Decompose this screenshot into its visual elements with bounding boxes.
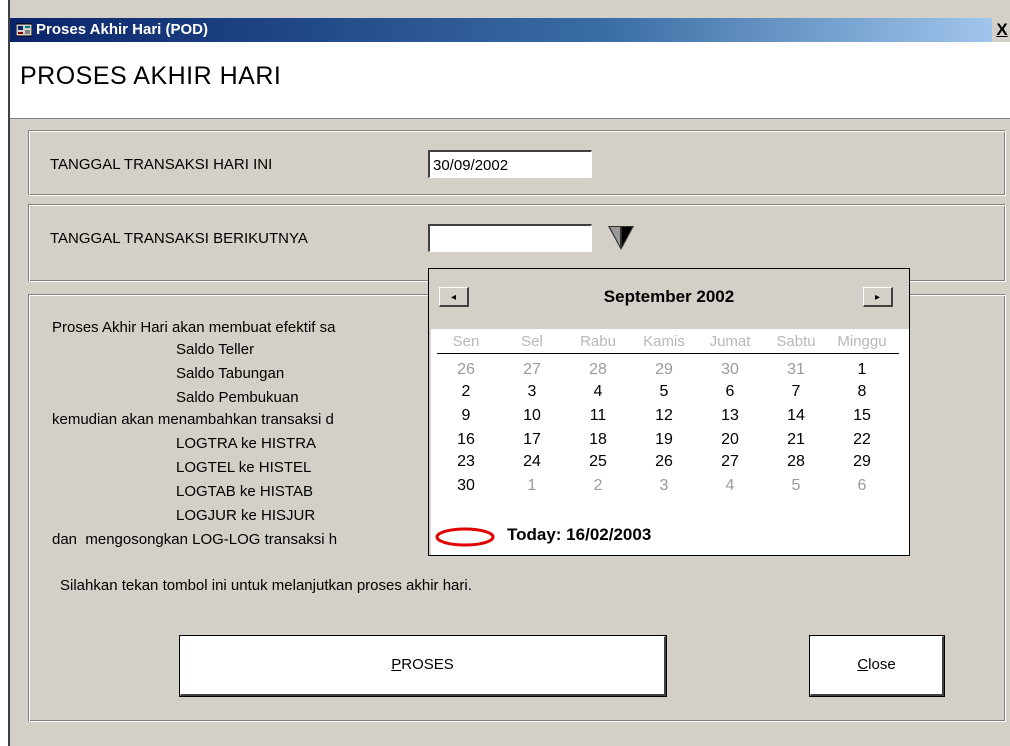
proses-button-mnemonic: P bbox=[391, 656, 402, 673]
dropdown-arrow-icon[interactable] bbox=[604, 222, 638, 252]
calendar-day-cell[interactable]: 5 bbox=[633, 383, 695, 401]
calendar-month-title: September 2002 bbox=[603, 287, 735, 306]
calendar-day-cell[interactable]: 26 bbox=[435, 361, 497, 379]
next-month-button[interactable]: ▸ bbox=[863, 287, 893, 307]
day-of-week-label: Sen bbox=[452, 333, 480, 350]
calendar-day-cell[interactable]: 11 bbox=[567, 407, 629, 425]
calendar-day-cell[interactable]: 30 bbox=[435, 477, 497, 499]
pod-window: Proses Akhir Hari (POD) X PROSES AKHIR H… bbox=[8, 0, 1010, 746]
info-saldo-tabungan: Saldo Tabungan bbox=[176, 365, 285, 382]
calendar-day-cell[interactable]: 31 bbox=[765, 361, 827, 379]
day-of-week-label: Sabtu bbox=[776, 333, 816, 350]
proses-button[interactable]: PROSES bbox=[180, 636, 666, 696]
calendar-day-cell[interactable]: 16 bbox=[435, 431, 497, 449]
calendar-day-cell[interactable]: 2 bbox=[435, 383, 497, 401]
today-circle-icon[interactable] bbox=[433, 525, 499, 549]
info-saldo-pembukuan: Saldo Pembukuan bbox=[176, 389, 299, 406]
info-logjur: LOGJUR ke HISJUR bbox=[176, 507, 316, 524]
info-instruction: Silahkan tekan tombol ini untuk melanjut… bbox=[60, 577, 472, 594]
info-logtab: LOGTAB ke HISTAB bbox=[176, 483, 313, 500]
calendar-day-cell[interactable]: 19 bbox=[633, 431, 695, 449]
header-panel: PROSES AKHIR HARI bbox=[10, 42, 1010, 119]
calendar-day-cell[interactable]: 2 bbox=[567, 477, 629, 495]
calendar-day-cell[interactable]: 29 bbox=[633, 361, 695, 379]
calendar-day-cell[interactable]: 15 bbox=[831, 407, 893, 425]
calendar-day-cell[interactable]: 21 bbox=[765, 431, 827, 449]
calendar-day-cell[interactable]: 28 bbox=[567, 361, 629, 379]
calendar-divider bbox=[437, 353, 899, 354]
next-date-label: TANGGAL TRANSAKSI BERIKUTNYA bbox=[50, 230, 308, 247]
close-window-button[interactable]: X bbox=[992, 18, 1010, 42]
proses-button-label: ROSES bbox=[401, 656, 454, 673]
title-bar: Proses Akhir Hari (POD) bbox=[10, 18, 1010, 42]
calendar-day-cell[interactable]: 10 bbox=[501, 407, 563, 425]
calendar-day-cell[interactable]: 17 bbox=[501, 431, 563, 449]
calendar-day-cell[interactable]: 4 bbox=[699, 477, 761, 495]
calendar-day-cell[interactable]: 26 bbox=[633, 453, 695, 471]
window-title: Proses Akhir Hari (POD) bbox=[36, 21, 208, 38]
day-of-week-label: Minggu bbox=[837, 333, 887, 350]
window-app-icon bbox=[16, 23, 32, 37]
calendar-day-cell[interactable]: 8 bbox=[831, 383, 893, 401]
calendar-day-cell[interactable]: 23 bbox=[435, 453, 497, 471]
info-line-1: Proses Akhir Hari akan membuat efektif s… bbox=[52, 319, 336, 336]
calendar-day-cell[interactable]: 22 bbox=[831, 431, 893, 449]
info-line-3: dan mengosongkan LOG-LOG transaksi h bbox=[52, 531, 338, 548]
info-saldo-teller: Saldo Teller bbox=[176, 341, 255, 358]
calendar-day-cell[interactable]: 13 bbox=[699, 407, 761, 425]
close-button[interactable]: Close bbox=[810, 636, 944, 696]
next-date-field[interactable] bbox=[428, 224, 592, 252]
calendar-day-cell[interactable]: 30 bbox=[699, 361, 761, 379]
day-of-week-label: Rabu bbox=[580, 333, 616, 350]
calendar-day-cell[interactable]: 3 bbox=[633, 477, 695, 495]
calendar-day-cell[interactable]: 18 bbox=[567, 431, 629, 449]
calendar-day-cell[interactable]: 7 bbox=[765, 383, 827, 401]
day-of-week-label: Jumat bbox=[709, 333, 751, 350]
calendar-day-cell[interactable]: 29 bbox=[831, 453, 893, 471]
calendar-day-cell[interactable]: 14 bbox=[765, 407, 827, 425]
calendar-day-cell[interactable]: 3 bbox=[501, 383, 563, 401]
calendar-day-cell[interactable]: 12 bbox=[633, 407, 695, 425]
page-title: PROSES AKHIR HARI bbox=[20, 62, 282, 90]
day-of-week-label: Kamis bbox=[643, 333, 685, 350]
calendar-header: ◂ September 2002 ▸ bbox=[429, 269, 909, 329]
calendar-day-cell[interactable]: 6 bbox=[699, 383, 761, 401]
day-of-week-label: Sel bbox=[521, 333, 543, 350]
info-logtel: LOGTEL ke HISTEL bbox=[176, 459, 312, 476]
today-label[interactable]: Today: 16/02/2003 bbox=[507, 525, 651, 545]
calendar-day-cell[interactable]: 24 bbox=[501, 453, 563, 471]
today-date-label: TANGGAL TRANSAKSI HARI INI bbox=[50, 156, 273, 173]
calendar-day-cell[interactable]: 9 bbox=[435, 407, 497, 425]
calendar-day-cell[interactable]: 20 bbox=[699, 431, 761, 449]
calendar-day-cell[interactable]: 1 bbox=[501, 477, 563, 495]
calendar-day-cell[interactable]: 5 bbox=[765, 477, 827, 495]
info-logtra: LOGTRA ke HISTRA bbox=[176, 435, 317, 452]
info-line-2: kemudian akan menambahkan transaksi d bbox=[52, 411, 334, 428]
today-date-field[interactable]: 30/09/2002 bbox=[428, 150, 592, 178]
calendar-day-cell[interactable]: 1 bbox=[831, 361, 893, 379]
close-button-label: lose bbox=[868, 656, 896, 673]
close-button-mnemonic: C bbox=[857, 656, 869, 673]
calendar-popup: ◂ September 2002 ▸ Sen Sel Rabu Kamis Ju… bbox=[428, 268, 910, 556]
calendar-day-cell[interactable]: 27 bbox=[501, 361, 563, 379]
calendar-day-cell[interactable]: 28 bbox=[765, 453, 827, 471]
calendar-day-cell[interactable]: 4 bbox=[567, 383, 629, 401]
calendar-day-cell[interactable]: 27 bbox=[699, 453, 761, 471]
calendar-day-cell[interactable]: 25 bbox=[567, 453, 629, 471]
calendar-day-cell[interactable]: 6 bbox=[831, 477, 893, 495]
